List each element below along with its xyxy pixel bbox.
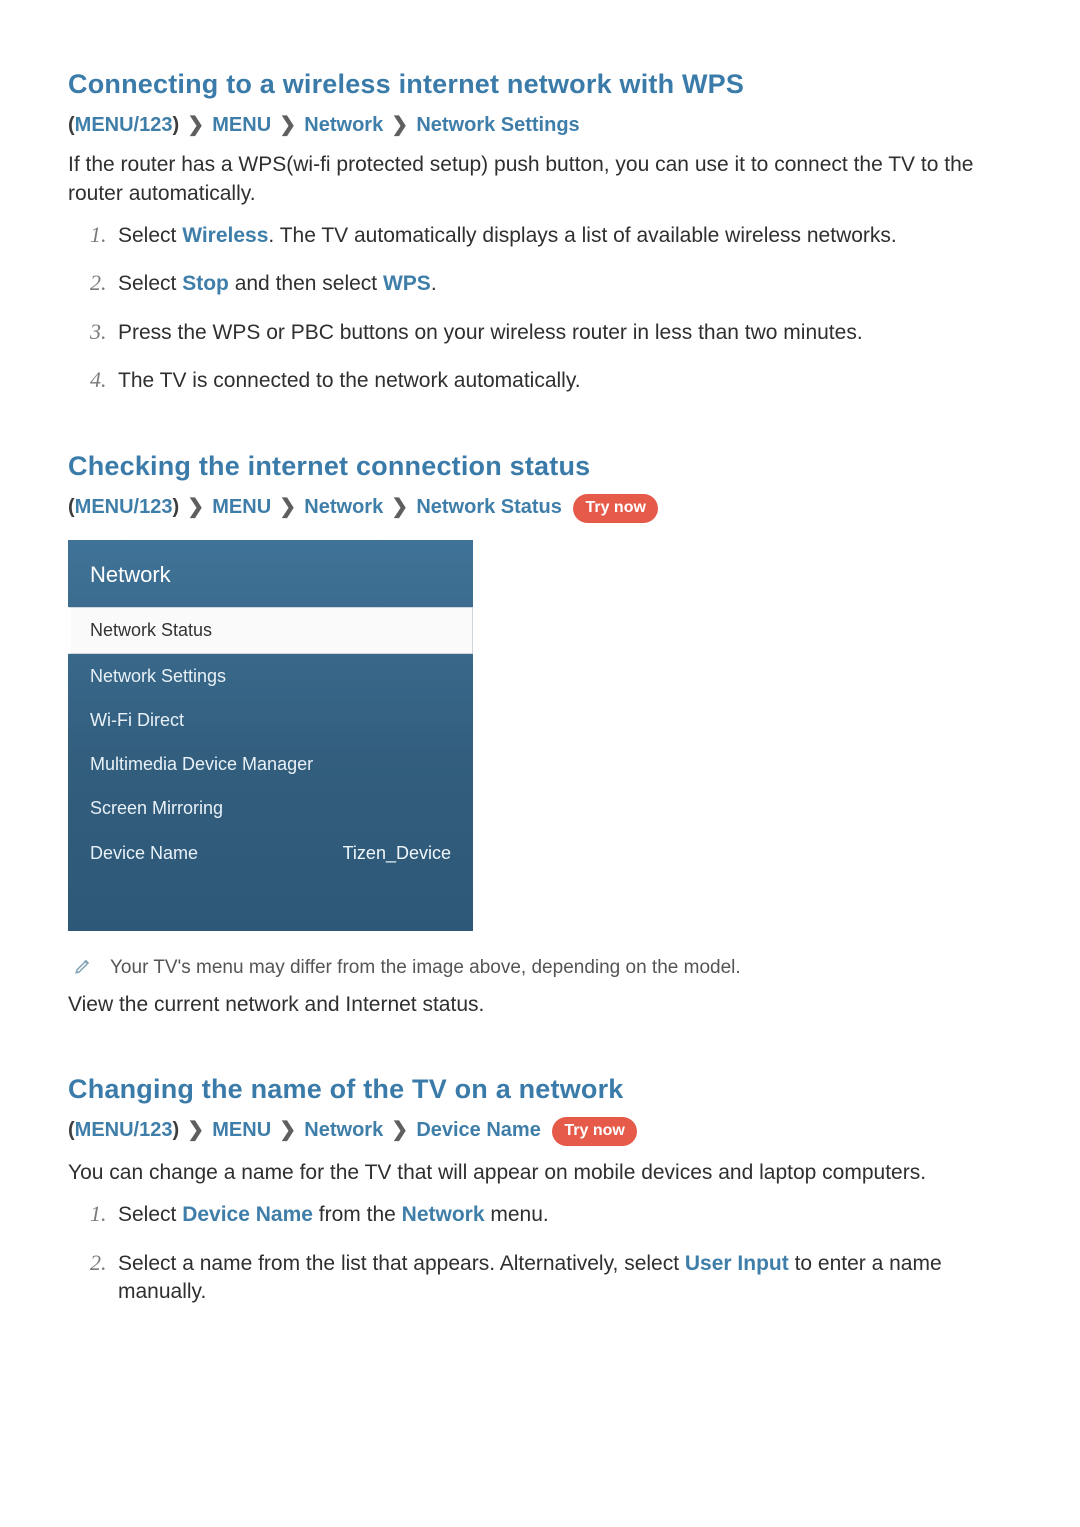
step-4: The TV is connected to the network autom… <box>112 365 1012 395</box>
chevron-right-icon: ❯ <box>389 494 411 521</box>
try-now-button[interactable]: Try now <box>552 1117 636 1146</box>
steps-devicename: Select Device Name from the Network menu… <box>68 1199 1012 1306</box>
menu-item-label: Network Settings <box>90 664 226 688</box>
intro-wps: If the router has a WPS(wi-fi protected … <box>68 151 1012 208</box>
heading-status: Checking the internet connection status <box>68 448 1012 484</box>
chevron-right-icon: ❯ <box>277 494 299 521</box>
menu-list: Network Status Network Settings Wi-Fi Di… <box>68 607 473 931</box>
menu-item-label: Device Name <box>90 841 198 865</box>
chevron-right-icon: ❯ <box>389 1117 411 1144</box>
step-2: Select a name from the list that appears… <box>112 1248 1012 1307</box>
crumb-network: Network <box>304 496 383 518</box>
crumb-network-settings: Network Settings <box>416 114 579 136</box>
link-network: Network <box>402 1203 485 1226</box>
step-3: Press the WPS or PBC buttons on your wir… <box>112 317 1012 347</box>
breadcrumb-devicename: (MENU/123) ❯ MENU ❯ Network ❯ Device Nam… <box>68 1117 1012 1147</box>
crumb-device-name: Device Name <box>416 1119 541 1141</box>
crumb-menu123: MENU/123 <box>75 114 173 136</box>
crumb-menu123: MENU/123 <box>75 1119 173 1141</box>
crumb-network: Network <box>304 1119 383 1141</box>
intro-devicename: You can change a name for the TV that wi… <box>68 1159 1012 1187</box>
chevron-right-icon: ❯ <box>389 112 411 139</box>
chevron-right-icon: ❯ <box>277 1117 299 1144</box>
breadcrumb-wps: (MENU/123) ❯ MENU ❯ Network ❯ Network Se… <box>68 112 1012 139</box>
menu-item-network-status[interactable]: Network Status <box>67 607 473 653</box>
link-wireless: Wireless <box>182 224 268 247</box>
menu-item-multimedia-device-manager[interactable]: Multimedia Device Manager <box>68 742 473 786</box>
menu-item-screen-mirroring[interactable]: Screen Mirroring <box>68 786 473 830</box>
heading-wps: Connecting to a wireless internet networ… <box>68 66 1012 102</box>
menu-item-network-settings[interactable]: Network Settings <box>68 654 473 698</box>
document-page: Connecting to a wireless internet networ… <box>0 0 1080 1384</box>
crumb-network-status: Network Status <box>416 496 562 518</box>
pencil-icon <box>74 957 92 975</box>
chevron-right-icon: ❯ <box>185 1117 207 1144</box>
menu-item-device-name[interactable]: Device Name Tizen_Device <box>68 831 473 875</box>
note-row: Your TV's menu may differ from the image… <box>74 955 1012 981</box>
steps-wps: Select Wireless. The TV automatically di… <box>68 220 1012 395</box>
section-status: Checking the internet connection status … <box>68 448 1012 1019</box>
step-2: Select Stop and then select WPS. <box>112 268 1012 298</box>
crumb-menu123: MENU/123 <box>75 496 173 518</box>
step-1: Select Wireless. The TV automatically di… <box>112 220 1012 250</box>
menu-title: Network <box>68 540 473 608</box>
link-device-name: Device Name <box>182 1203 313 1226</box>
link-stop: Stop <box>182 272 229 295</box>
link-user-input: User Input <box>685 1252 789 1275</box>
chevron-right-icon: ❯ <box>185 112 207 139</box>
heading-devicename: Changing the name of the TV on a network <box>68 1071 1012 1107</box>
menu-item-label: Screen Mirroring <box>90 796 223 820</box>
menu-item-label: Wi-Fi Direct <box>90 708 184 732</box>
body-status: View the current network and Internet st… <box>68 991 1012 1019</box>
crumb-menu: MENU <box>212 496 271 518</box>
chevron-right-icon: ❯ <box>277 112 299 139</box>
link-wps: WPS <box>383 272 431 295</box>
step-1: Select Device Name from the Network menu… <box>112 1199 1012 1229</box>
crumb-menu: MENU <box>212 114 271 136</box>
crumb-network: Network <box>304 114 383 136</box>
breadcrumb-status: (MENU/123) ❯ MENU ❯ Network ❯ Network St… <box>68 494 1012 524</box>
network-menu-panel: Network Network Status Network Settings … <box>68 540 473 931</box>
section-devicename: Changing the name of the TV on a network… <box>68 1071 1012 1306</box>
menu-item-label: Network Status <box>90 618 212 642</box>
menu-item-value: Tizen_Device <box>343 841 451 865</box>
try-now-button[interactable]: Try now <box>573 494 657 523</box>
note-text: Your TV's menu may differ from the image… <box>110 955 741 981</box>
menu-item-wifi-direct[interactable]: Wi-Fi Direct <box>68 698 473 742</box>
menu-item-label: Multimedia Device Manager <box>90 752 313 776</box>
section-wps: Connecting to a wireless internet networ… <box>68 66 1012 396</box>
chevron-right-icon: ❯ <box>185 494 207 521</box>
crumb-menu: MENU <box>212 1119 271 1141</box>
